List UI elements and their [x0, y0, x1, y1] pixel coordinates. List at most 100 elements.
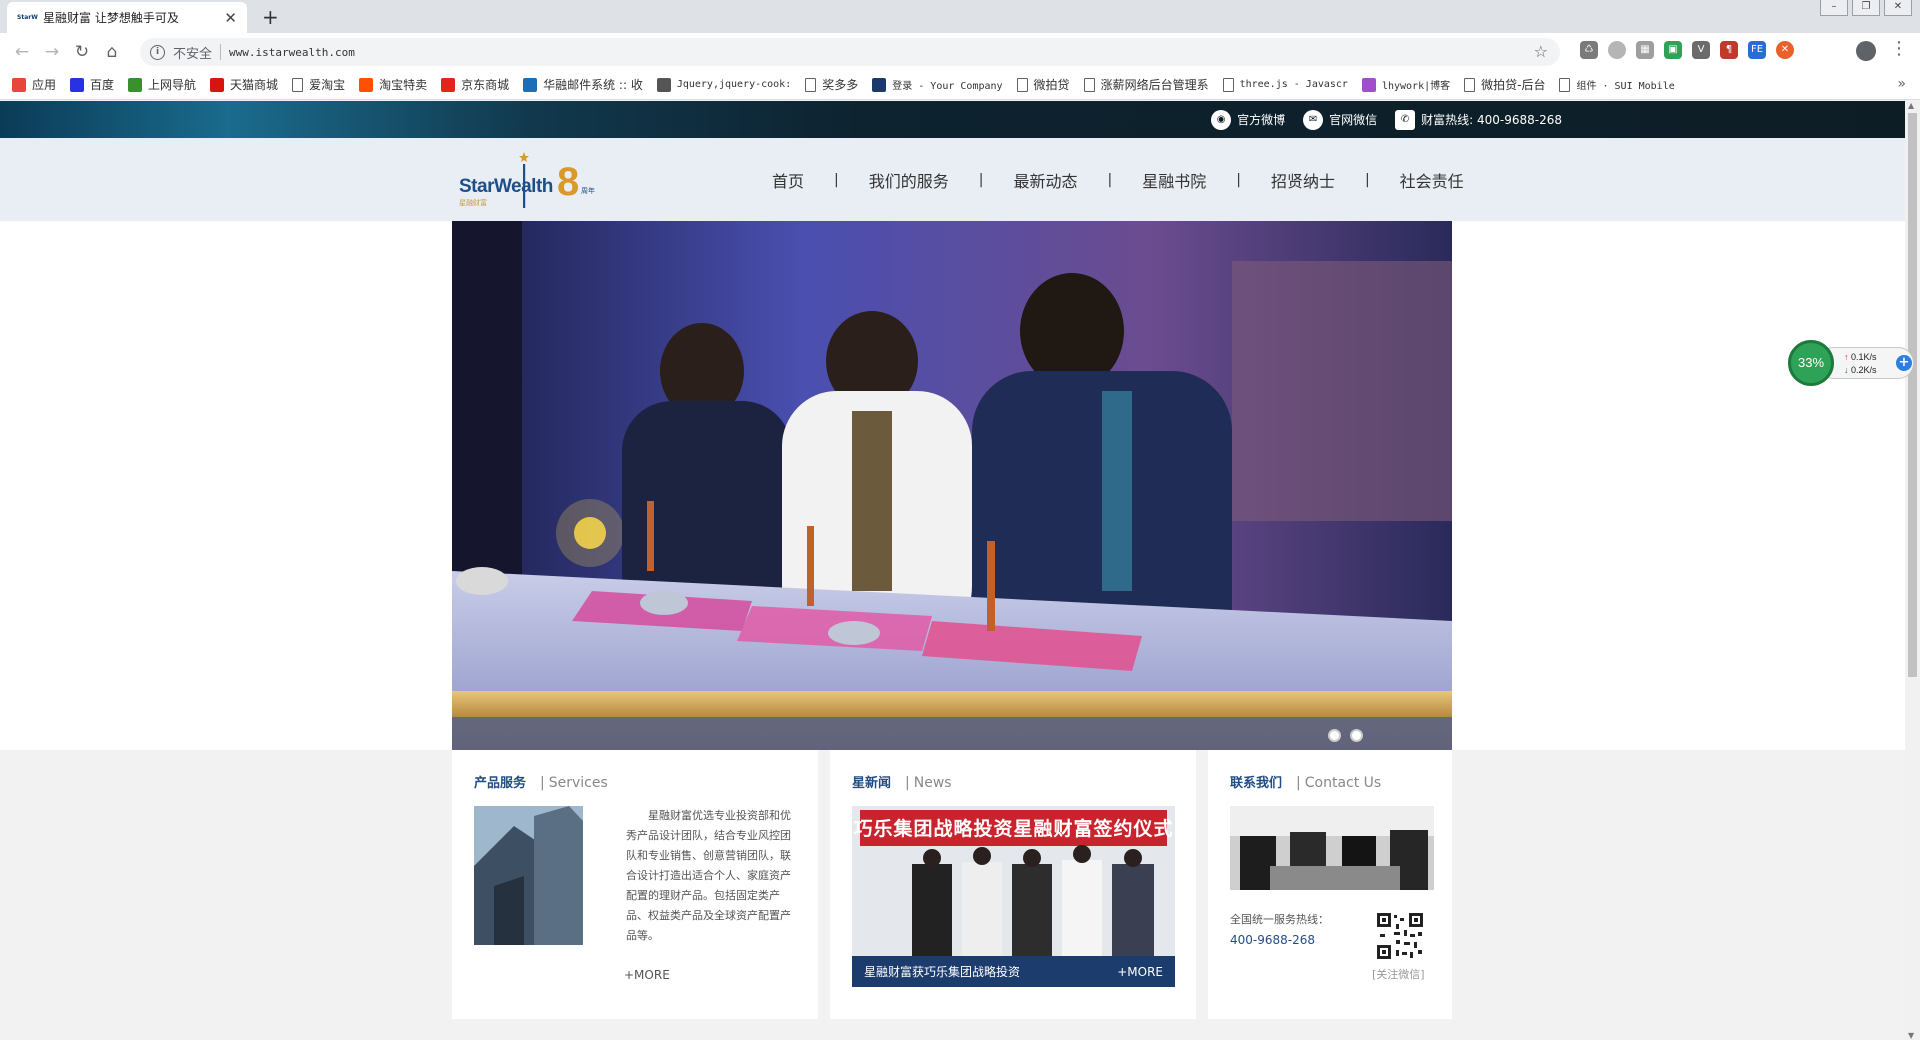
news-photo-banner-text: 巧乐集团战略投资星融财富签约仪式: [853, 818, 1174, 840]
accelerate-plus-icon[interactable]: +: [1896, 355, 1912, 371]
extension-grid-icon[interactable]: ▦: [1636, 41, 1654, 59]
hero-slide-image[interactable]: [452, 221, 1452, 750]
hotline-link[interactable]: ✆ 财富热线: 400-9688-268: [1395, 109, 1562, 130]
upload-speed: ↑ 0.1K/s: [1844, 352, 1877, 362]
tmall-icon: [210, 77, 225, 92]
extension-fe-icon[interactable]: FE: [1748, 41, 1766, 59]
bookmark-item[interactable]: 组件 · SUI Mobile: [1559, 77, 1675, 92]
doc-icon: [1083, 77, 1095, 92]
bookmark-item[interactable]: 登录 - Your Company: [872, 77, 1003, 92]
browser-menu-icon[interactable]: ⋮: [1890, 38, 1908, 59]
memory-percent[interactable]: 33%: [1788, 340, 1834, 386]
site-info-icon[interactable]: i: [150, 44, 165, 60]
scroll-thumb[interactable]: [1908, 113, 1917, 677]
bookmark-item[interactable]: 百度: [70, 76, 114, 93]
minimize-icon[interactable]: –: [1820, 0, 1848, 16]
nav-item[interactable]: 星融书院: [1142, 168, 1206, 192]
browser-toolbar: ← → ↻ ⌂ i 不安全 www.istarwealth.com ☆ ♺ ▦ …: [0, 33, 1920, 70]
bookmark-item[interactable]: 微拍贷-后台: [1464, 76, 1545, 93]
services-description: 星融财富优选专业投资部和优秀产品设计团队，结合专业风控团队和专业销售、创意营销团…: [626, 809, 791, 942]
bookmark-item[interactable]: 淘宝特卖: [359, 76, 427, 93]
wechat-link[interactable]: ✉ 官网微信: [1303, 109, 1378, 130]
bookmark-item[interactable]: 奖多多: [805, 76, 858, 93]
services-more-link[interactable]: +MORE: [624, 968, 670, 982]
scroll-down-icon[interactable]: ▼: [1908, 1031, 1914, 1040]
bookmark-item[interactable]: three.js - Javascr: [1222, 77, 1348, 92]
nav-item[interactable]: 最新动态: [1013, 168, 1077, 192]
reload-icon[interactable]: ↻: [68, 38, 96, 66]
news-title: 星新闻: [852, 776, 892, 791]
logo-brand-sub: 星融财富: [459, 199, 487, 207]
browser-tab[interactable]: StarW 星融财富 让梦想触手可及 ✕: [7, 2, 247, 33]
close-tab-icon[interactable]: ✕: [224, 9, 237, 27]
banner-caption-bar: [452, 717, 1452, 750]
nav-item[interactable]: 社会责任: [1400, 168, 1464, 192]
logo-brand: StarWealth: [459, 176, 553, 197]
bookmark-item[interactable]: 天猫商城: [210, 76, 278, 93]
home-icon[interactable]: ⌂: [98, 38, 126, 66]
bookmark-item[interactable]: 京东商城: [441, 76, 509, 93]
bookmark-item[interactable]: 华融邮件系统 :: 收: [523, 76, 643, 93]
slide-dot-1[interactable]: [1328, 729, 1341, 742]
doc-icon: [1559, 77, 1571, 92]
bookmark-label: lhywork|博客: [1381, 81, 1451, 92]
contact-hotline-number[interactable]: 400-9688-268: [1230, 930, 1329, 950]
bookmark-item[interactable]: 爱淘宝: [292, 76, 345, 93]
extension-grey-circle-icon[interactable]: [1608, 41, 1626, 59]
back-icon[interactable]: ←: [8, 38, 36, 66]
forward-icon[interactable]: →: [38, 38, 66, 66]
address-bar[interactable]: i 不安全 www.istarwealth.com ☆: [140, 38, 1560, 66]
extension-orange-icon[interactable]: ✕: [1776, 41, 1794, 59]
doc-icon: [1016, 77, 1028, 92]
security-label: 不安全: [173, 46, 213, 62]
bookmark-item[interactable]: 上网导航: [128, 76, 196, 93]
slide-dot-2[interactable]: [1350, 729, 1363, 742]
browser-tabstrip: StarW 星融财富 让梦想触手可及 ✕ + – ❐ ✕: [0, 0, 1920, 33]
main-nav: 首页 | 我们的服务 | 最新动态 | 星融书院 | 招贤纳士 | 社会责任: [772, 138, 1464, 221]
tab-title: 星融财富 让梦想触手可及: [43, 11, 179, 25]
url-text[interactable]: www.istarwealth.com: [229, 46, 355, 59]
new-tab-button[interactable]: +: [262, 5, 279, 29]
bookmark-label: 京东商城: [461, 78, 510, 92]
bookmark-item[interactable]: 涨薪网络后台管理系: [1083, 76, 1209, 93]
network-monitor-widget[interactable]: 33% ↑ 0.1K/s ↓ 0.2K/s +: [1788, 340, 1916, 386]
news-more-link[interactable]: +MORE: [1117, 965, 1163, 979]
page-scrollbar[interactable]: ▲ ▼: [1905, 101, 1920, 1040]
nav-item[interactable]: 我们的服务: [869, 168, 949, 192]
banner-section: [0, 221, 1905, 750]
bookmark-item[interactable]: Jquery,jquery-cook:: [656, 77, 792, 92]
site-logo[interactable]: StarWealth 星融财富 8 周年: [457, 152, 597, 208]
nav-separator: |: [1107, 171, 1113, 188]
phone-icon: ✆: [1395, 109, 1416, 130]
extension-pilcrow-icon[interactable]: ¶: [1720, 41, 1738, 59]
bookmark-label: 微拍贷: [1033, 78, 1070, 92]
bookmark-star-icon[interactable]: ☆: [1534, 42, 1548, 61]
hotline-label: 财富热线: 400-9688-268: [1421, 113, 1562, 127]
bookmark-label: Jquery,jquery-cook:: [676, 79, 792, 90]
bookmarks-overflow-icon[interactable]: »: [1897, 76, 1906, 92]
bookmark-item[interactable]: 微拍贷: [1016, 76, 1070, 93]
extension-vue-icon[interactable]: V: [1692, 41, 1710, 59]
wechat-qr-code-icon: [1376, 912, 1424, 960]
nav-item[interactable]: 首页: [772, 168, 804, 192]
close-window-icon[interactable]: ✕: [1884, 0, 1912, 16]
profile-avatar-icon[interactable]: [1856, 41, 1876, 61]
bookmark-label: 淘宝特卖: [379, 78, 428, 92]
nav-item[interactable]: 招贤纳士: [1271, 168, 1335, 192]
bookmark-item[interactable]: lhywork|博客: [1361, 77, 1451, 92]
download-speed-value: 0.2K/s: [1851, 365, 1877, 375]
bookmark-label: three.js - Javascr: [1239, 79, 1348, 90]
news-photo[interactable]: 巧乐集团战略投资星融财富签约仪式: [852, 806, 1175, 956]
bookmark-item[interactable]: 应用: [12, 76, 56, 93]
restore-icon[interactable]: ❐: [1852, 0, 1880, 16]
news-caption[interactable]: 星融财富获巧乐集团战略投资: [864, 963, 1020, 980]
bookmark-label: 天猫商城: [230, 78, 279, 92]
services-title-en: Services: [548, 775, 608, 791]
scroll-up-icon[interactable]: ▲: [1908, 101, 1914, 110]
contact-team-photo: [1230, 806, 1434, 890]
extension-green-square-icon[interactable]: ▣: [1664, 41, 1682, 59]
weibo-link[interactable]: ◉ 官方微博: [1211, 109, 1285, 130]
news-caption-bar[interactable]: 星融财富获巧乐集团战略投资 +MORE: [852, 956, 1175, 987]
wechat-label: 官网微信: [1329, 113, 1378, 127]
extension-recycle-icon[interactable]: ♺: [1580, 41, 1598, 59]
